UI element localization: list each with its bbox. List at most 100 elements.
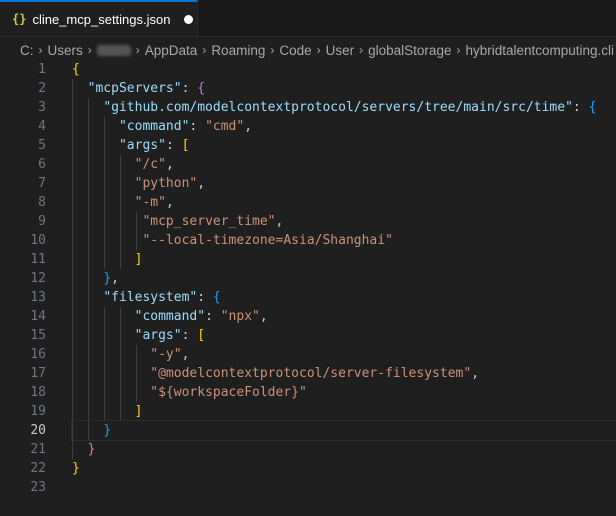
code-editor[interactable]: 1 2 3 4 5 6 7 8 9 10 11 12 13 14 15 16 1…: [0, 60, 616, 516]
line-number: 23: [30, 480, 46, 495]
breadcrumb-item[interactable]: globalStorage: [368, 43, 451, 58]
breadcrumb-item[interactable]: Users: [48, 43, 83, 58]
code-line: "-m",: [72, 193, 616, 212]
json-string: "npx": [220, 309, 260, 324]
comma: ,: [471, 366, 480, 381]
chevron-right-icon: ›: [38, 43, 43, 57]
line-number: 3: [38, 100, 46, 115]
bracket: ]: [134, 252, 143, 267]
chevron-right-icon: ›: [87, 43, 92, 57]
json-key: "args": [118, 138, 166, 153]
bracket: [: [197, 328, 206, 343]
line-number: 22: [30, 461, 46, 476]
chevron-right-icon: ›: [359, 43, 364, 57]
json-string: "-y": [150, 347, 182, 362]
json-key: "filesystem": [103, 290, 198, 305]
unsaved-dot-icon[interactable]: [184, 14, 194, 24]
brace: }: [103, 271, 112, 286]
code-line: "-y",: [72, 345, 616, 364]
code-line-current: }: [71, 420, 616, 441]
line-number: 1: [38, 62, 46, 77]
json-string: "/c": [134, 157, 166, 172]
bracket: [: [181, 138, 190, 153]
line-number: 21: [30, 442, 46, 457]
line-number: 13: [30, 290, 46, 305]
comma: ,: [165, 195, 174, 210]
code-line: }: [72, 459, 616, 478]
code-line: "github.com/modelcontextprotocol/servers…: [72, 98, 616, 117]
code-line: "args": [: [72, 326, 616, 345]
json-string: "-m": [134, 195, 166, 210]
code-line: "mcpServers": {: [72, 79, 616, 98]
json-string: "--local-timezone=Asia/Shanghai": [142, 233, 393, 248]
code-line: {: [72, 60, 616, 79]
line-number: 9: [38, 214, 46, 229]
json-key: "github.com/modelcontextprotocol/servers…: [103, 100, 573, 115]
code-line: ]: [72, 250, 616, 269]
breadcrumb-item[interactable]: User: [326, 43, 355, 58]
breadcrumb-item[interactable]: Roaming: [211, 43, 265, 58]
line-number-gutter: 1 2 3 4 5 6 7 8 9 10 11 12 13 14 15 16 1…: [0, 60, 52, 497]
line-number: 17: [30, 366, 46, 381]
tab-label: cline_mcp_settings.json: [32, 11, 171, 27]
code-line: "command": "cmd",: [72, 117, 616, 136]
code-line: "python",: [72, 174, 616, 193]
brace: }: [72, 461, 80, 476]
brace: }: [103, 423, 112, 438]
line-number: 15: [30, 328, 46, 343]
colon: :: [572, 100, 589, 115]
json-string: "${workspaceFolder}": [150, 385, 307, 400]
line-number: 8: [38, 195, 46, 210]
code-area[interactable]: { "mcpServers": { "github.com/modelconte…: [71, 60, 616, 497]
code-line: "args": [: [72, 136, 616, 155]
code-line: },: [72, 269, 616, 288]
comma: ,: [197, 176, 206, 191]
colon: :: [165, 138, 182, 153]
code-line: ]: [72, 402, 616, 421]
line-number: 5: [38, 138, 46, 153]
colon: :: [189, 119, 206, 134]
chevron-right-icon: ›: [135, 43, 140, 57]
code-line: }: [72, 440, 616, 459]
line-number: 6: [38, 157, 46, 172]
json-string: "mcp_server_time": [142, 214, 276, 229]
line-number-current: 20: [30, 423, 46, 438]
tab-cline-mcp-settings[interactable]: {} cline_mcp_settings.json: [0, 0, 198, 36]
comma: ,: [259, 309, 268, 324]
line-number: 19: [30, 404, 46, 419]
breadcrumb-item[interactable]: Code: [279, 43, 311, 58]
chevron-right-icon: ›: [316, 43, 321, 57]
line-number: 12: [30, 271, 46, 286]
brace: {: [588, 100, 597, 115]
code-line: "--local-timezone=Asia/Shanghai": [72, 231, 616, 250]
brace: }: [87, 442, 96, 457]
line-number: 4: [38, 119, 46, 134]
comma: ,: [244, 119, 253, 134]
chevron-right-icon: ›: [456, 43, 461, 57]
json-file-icon: {}: [12, 12, 27, 26]
code-line: "/c",: [72, 155, 616, 174]
comma: ,: [111, 271, 119, 286]
chevron-right-icon: ›: [270, 43, 275, 57]
breadcrumb-item[interactable]: AppData: [145, 43, 198, 58]
brace: {: [212, 290, 221, 305]
code-line: "mcp_server_time",: [72, 212, 616, 231]
line-number: 11: [30, 252, 46, 267]
colon: :: [205, 309, 221, 324]
line-number: 16: [30, 347, 46, 362]
code-line: "filesystem": {: [72, 288, 616, 307]
code-line: "${workspaceFolder}": [72, 383, 616, 402]
colon: :: [181, 81, 198, 96]
line-number: 18: [30, 385, 46, 400]
breadcrumb-item[interactable]: C:: [20, 43, 34, 58]
line-number: 7: [38, 176, 46, 191]
colon: :: [181, 328, 198, 343]
bracket: ]: [134, 404, 143, 419]
breadcrumb-item[interactable]: hybridtalentcomputing.cli: [465, 43, 614, 58]
json-string: "@modelcontextprotocol/server-filesystem…: [150, 366, 472, 381]
line-number: 2: [38, 81, 46, 96]
json-key: "command": [118, 119, 190, 134]
redacted-username[interactable]: [96, 44, 131, 56]
comma: ,: [181, 347, 190, 362]
